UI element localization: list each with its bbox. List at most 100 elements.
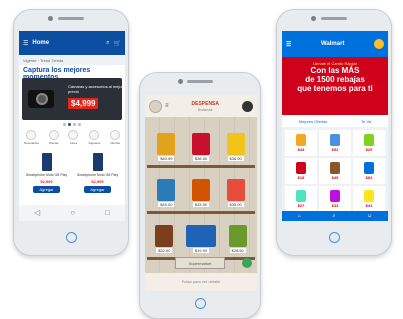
account-icon[interactable]: ☺ [367, 213, 372, 219]
price-tag: $38.50 [192, 156, 210, 161]
search-icon[interactable]: ⌕ [333, 213, 336, 219]
phone-center-screen: ≡ DESPENSA Botanas $40.99 $38.50 $36.00 … [145, 95, 257, 291]
price-tag: $32.00 [156, 248, 173, 253]
front-camera [311, 16, 316, 21]
banner-caption: Cámaras y accesorios al mejor precio [68, 84, 122, 94]
product-price: $2,999 [40, 179, 53, 184]
product-name: Smartphone Moto G8 Play [76, 173, 119, 177]
banner-price: $4,999 [68, 98, 99, 109]
home-button[interactable] [194, 298, 206, 309]
speaker [321, 17, 347, 20]
promo-banner[interactable]: Cámaras y accesorios al mejor precio $4,… [22, 78, 122, 120]
menu-icon[interactable]: ≡ [165, 103, 169, 109]
product-tile[interactable]: $29 [353, 130, 385, 156]
category-item[interactable]: Ofertas [48, 130, 59, 148]
product-tile[interactable]: $18 [285, 158, 317, 184]
product-tile[interactable]: $45 [319, 158, 351, 184]
category-row: Novedades Ofertas Lalos Juguetes Ofertas [19, 128, 125, 150]
promo-banner[interactable]: Llénate el Carrito Rápido Con las MÁS de… [282, 57, 388, 115]
header-subtitle: Botanas [197, 106, 213, 112]
cart-count-badge[interactable] [242, 258, 252, 268]
product-tile[interactable]: $41 [353, 186, 385, 212]
product-list: Smartphone Moto G8 Play $2,999 Agregar S… [19, 150, 125, 196]
category-icon [48, 130, 59, 140]
avatar[interactable] [149, 99, 162, 113]
composite-stage: ☰ Home ⌕ 🛒 Vigente · Trend Tienda Captur… [0, 0, 403, 319]
shopping-cart-bar[interactable]: Supermarket [175, 257, 225, 269]
carousel-dots[interactable] [19, 120, 125, 128]
product-tile[interactable]: $27 [285, 186, 317, 212]
product-grid: $34 $52 $29 $18 $45 $62 $27 $33 $41 [282, 127, 388, 215]
price-tag: $35.00 [227, 202, 244, 207]
menu-icon[interactable]: ☰ [23, 40, 28, 47]
product-item[interactable]: $36.00 [226, 133, 245, 161]
tab-bar: Mejores Ofertas Te Va [282, 115, 388, 127]
product-item[interactable]: $32.00 [155, 225, 174, 253]
product-item[interactable]: $45.00 [157, 179, 176, 207]
back-icon[interactable]: ◁ [34, 209, 40, 217]
shelf: $32.00 $19.90 $28.50 [149, 225, 253, 253]
header-titles: DESPENSA Botanas [172, 101, 239, 112]
app-header: ≡ DESPENSA Botanas [145, 95, 257, 117]
product-card[interactable]: Smartphone Moto G8 Play $2,999 Agregar [76, 153, 120, 193]
category-icon [26, 130, 37, 140]
breadcrumb[interactable]: Vigente · Trend Tienda [19, 55, 125, 65]
price-tag: $45.00 [158, 202, 175, 207]
speaker [187, 80, 213, 83]
front-camera [48, 16, 53, 21]
smartphone-image [41, 153, 52, 171]
home-icon[interactable]: ○ [70, 209, 75, 217]
add-to-cart-button[interactable]: Agregar [84, 186, 111, 193]
add-to-cart-button[interactable]: Agregar [33, 186, 60, 193]
app-header: ☰ Home ⌕ 🛒 [19, 31, 125, 55]
app-header: ☰ Walmart [282, 31, 388, 57]
product-card[interactable]: Smartphone Moto G8 Play $2,999 Agregar [25, 153, 69, 193]
recents-icon[interactable]: □ [105, 209, 110, 217]
camera-lens-icon [36, 93, 48, 105]
speaker [58, 17, 84, 20]
tab-te-va[interactable]: Te Va [361, 119, 371, 124]
product-tile[interactable]: $62 [353, 158, 385, 184]
home-icon[interactable]: ⌂ [298, 213, 301, 219]
phone-center: ≡ DESPENSA Botanas $40.99 $38.50 $36.00 … [139, 72, 261, 319]
cart-icon[interactable]: 🛒 [114, 40, 121, 47]
promo-line: que tenemos para ti [297, 84, 373, 93]
product-item[interactable]: $33.50 [191, 179, 210, 207]
category-item[interactable]: Ofertas [110, 130, 121, 148]
footer-hint: Pulsa para ver detalle [145, 273, 257, 291]
phone-right-screen: ☰ Walmart Llénate el Carrito Rápido Con … [282, 31, 388, 221]
category-icon [89, 130, 100, 140]
product-item[interactable]: $38.50 [191, 133, 210, 161]
product-name: Smartphone Moto G8 Play [25, 173, 68, 177]
category-item[interactable]: Novedades [24, 130, 39, 148]
android-nav-bar: ◁ ○ □ [19, 205, 125, 221]
shelf: $40.99 $38.50 $36.00 [149, 133, 253, 161]
front-camera [178, 79, 183, 84]
phone-left-screen: ☰ Home ⌕ 🛒 Vigente · Trend Tienda Captur… [19, 31, 125, 221]
product-tile[interactable]: $33 [319, 186, 351, 212]
product-tile[interactable]: $34 [285, 130, 317, 156]
shelf-wall: $40.99 $38.50 $36.00 $45.00 $33.50 $35.0… [145, 117, 257, 273]
product-item[interactable]: $40.99 [157, 133, 176, 161]
product-tile[interactable]: $52 [319, 130, 351, 156]
brand-logo: Walmart [320, 41, 345, 47]
price-tag: $40.99 [158, 156, 175, 161]
home-button[interactable] [328, 232, 340, 243]
promo-line: de 1500 rebajas [305, 75, 365, 84]
product-item[interactable]: $35.00 [226, 179, 245, 207]
home-button[interactable] [65, 232, 77, 243]
tab-best-offers[interactable]: Mejores Ofertas [299, 119, 327, 124]
product-item[interactable]: $28.50 [228, 225, 247, 253]
product-price: $2,999 [91, 179, 104, 184]
cart-icon[interactable] [374, 39, 384, 49]
shelf-board [147, 165, 255, 168]
search-icon[interactable] [242, 100, 253, 112]
category-icon [110, 130, 121, 140]
category-item[interactable]: Juguetes [88, 130, 100, 148]
category-item[interactable]: Lalos [68, 130, 79, 148]
product-item[interactable]: $19.90 [185, 225, 216, 253]
phone-right: ☰ Walmart Llénate el Carrito Rápido Con … [276, 9, 392, 256]
menu-icon[interactable]: ☰ [286, 41, 291, 48]
price-tag: $33.50 [192, 202, 210, 207]
search-icon[interactable]: ⌕ [106, 40, 109, 47]
